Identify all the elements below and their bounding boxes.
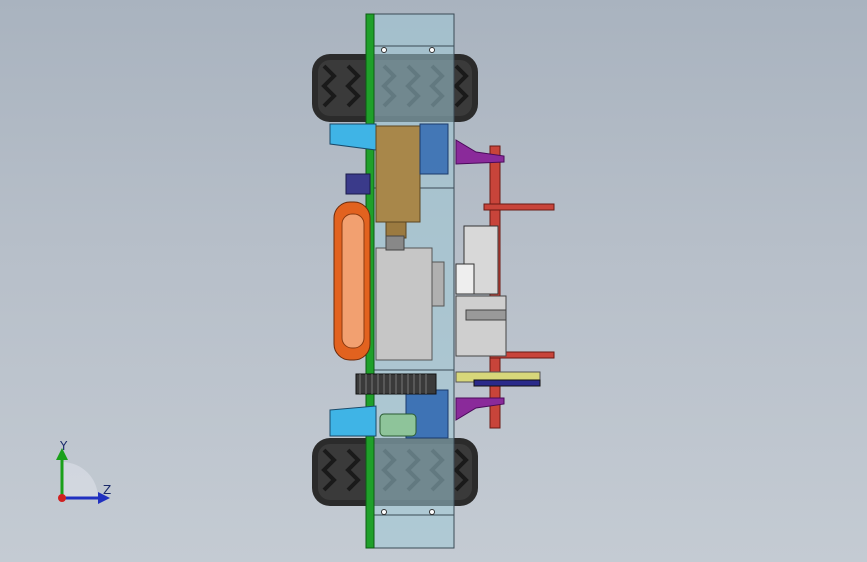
drive-gear (355, 373, 437, 395)
dark-blue-block (345, 173, 371, 195)
orange-omni-wheel (333, 201, 371, 361)
lower-cyan-wedge (329, 405, 377, 437)
z-axis-label: Z (103, 483, 111, 497)
x-axis-dot (58, 494, 66, 502)
cad-viewport[interactable] (0, 0, 867, 562)
coordinate-triad: Y Z (56, 440, 111, 504)
triad-quarter-arc (62, 462, 98, 498)
red-upper-arm (483, 203, 555, 211)
upper-blue-board (419, 123, 449, 175)
robot-car-model[interactable] (312, 13, 555, 549)
green-coupling (379, 413, 417, 437)
battery-block (375, 125, 421, 223)
y-axis-label: Y (59, 440, 68, 453)
upper-cyan-wedge (329, 123, 377, 151)
